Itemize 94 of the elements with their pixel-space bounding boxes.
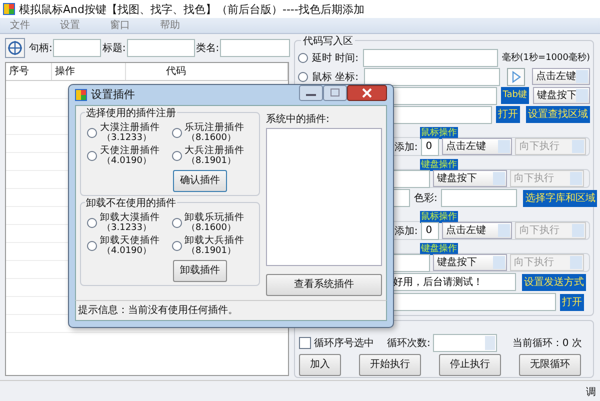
select-area-button[interactable]: 选择字库和区域	[523, 190, 598, 206]
plugin-version: （8.1600）	[186, 132, 237, 142]
group-title: 卸载不在使用的插件	[85, 196, 177, 210]
unit-label: 毫秒(1秒=1000毫秒)	[502, 51, 590, 64]
panel-title: 代码写入区	[301, 34, 355, 48]
dialog-title: 设置插件	[91, 87, 135, 102]
checkbox[interactable]	[299, 337, 311, 349]
radio-button[interactable]	[87, 150, 97, 160]
radio-label: 鼠标 坐标:	[312, 70, 360, 84]
menu-item[interactable]: 设置	[60, 18, 110, 33]
plugin-version: （8.1901）	[186, 156, 237, 166]
plugin-list[interactable]	[266, 128, 382, 266]
radio-label: 延时 时间:	[312, 52, 360, 64]
plugin-name: 卸载大兵插件	[184, 236, 244, 246]
radio-button[interactable]	[87, 218, 97, 228]
text-field[interactable]	[53, 39, 102, 57]
radio-button[interactable]	[87, 240, 97, 250]
field-label: 类名:	[196, 42, 220, 55]
section-label: 鼠标操作	[420, 127, 458, 139]
plugin-name: 天使注册插件	[100, 146, 160, 156]
plugin-name: 大兵注册插件	[184, 146, 244, 156]
minimize-icon[interactable]	[299, 85, 323, 101]
section-label: 键盘操作	[420, 159, 458, 171]
view-plugins-button[interactable]: 查看系统插件	[266, 274, 382, 296]
cursor-icon[interactable]	[507, 68, 525, 86]
plugin-name: 卸载天使插件	[100, 236, 160, 246]
action-dropdown[interactable]: 点击左键	[442, 138, 512, 155]
count-field[interactable]: 0	[420, 138, 439, 156]
loop-counter: 当前循环：0 次	[512, 336, 582, 350]
column-header[interactable]: 序号	[6, 63, 52, 80]
spin-field[interactable]	[433, 334, 498, 352]
plugin-version: （3.1233）	[101, 222, 152, 232]
toolbar-button[interactable]: 设置查找区域	[526, 106, 590, 123]
checkbox-label: 循环序号选中	[314, 336, 374, 350]
menu-item[interactable]: 帮助	[160, 18, 210, 33]
radio-button[interactable]	[87, 128, 97, 138]
crosshair-icon[interactable]	[5, 38, 25, 58]
action-dropdown[interactable]: 键盘按下	[433, 254, 507, 271]
radio-button[interactable]	[298, 52, 308, 62]
maximize-icon[interactable]	[323, 85, 347, 101]
group-title: 选择使用的插件注册	[85, 106, 177, 120]
radio-button[interactable]	[172, 218, 182, 228]
plugin-version: （4.0190）	[101, 156, 152, 166]
section-label: 键盘操作	[420, 243, 458, 255]
window-title: 模拟鼠标And按键【找图、找字、找色】（前后台版）----找色后期添加	[19, 2, 364, 16]
field-label: 循环次数:	[387, 337, 430, 350]
field-label: 添加:	[394, 224, 418, 238]
text-field[interactable]	[220, 39, 290, 57]
plugin-button[interactable]: 确认插件	[173, 170, 227, 192]
action-dropdown[interactable]: 点击左键	[442, 222, 512, 239]
action-button[interactable]: 无限循环	[519, 354, 581, 376]
key-dropdown[interactable]: 键盘按下	[532, 87, 590, 104]
color-field[interactable]	[441, 189, 518, 207]
plugin-name: 大漠注册插件	[100, 122, 160, 132]
plugin-name: 卸载大漠插件	[100, 212, 160, 222]
column-header[interactable]: 操作	[52, 63, 126, 80]
count-field[interactable]: 0	[420, 222, 439, 240]
toolbar-button[interactable]: 打开	[496, 106, 520, 123]
plugin-name: 乐玩注册插件	[184, 122, 244, 132]
plugin-version: （3.1233）	[101, 132, 152, 142]
radio-button[interactable]	[172, 240, 182, 250]
time-field[interactable]	[363, 48, 498, 66]
app-icon	[75, 88, 87, 101]
tab-key-button[interactable]: Tab键	[500, 87, 529, 104]
plugin-version: （8.1600）	[186, 222, 237, 232]
field-label: 色彩:	[414, 192, 438, 205]
radio-button[interactable]	[172, 150, 182, 160]
menu-item[interactable]: 窗口	[110, 18, 160, 33]
menu-item[interactable]: 文件	[10, 18, 60, 33]
app-icon	[3, 3, 15, 15]
action-button[interactable]: 开始执行	[359, 354, 421, 376]
field-label: 句柄:	[29, 42, 52, 55]
plugin-version: （4.0190）	[101, 246, 152, 256]
column-header[interactable]: 代码	[126, 63, 288, 80]
field-label: 添加:	[394, 140, 418, 154]
close-icon[interactable]	[347, 85, 387, 101]
plugin-button[interactable]: 卸载插件	[173, 260, 227, 282]
send-mode-button[interactable]: 设置发送方式	[522, 274, 586, 290]
action-dropdown[interactable]: 点击左键	[532, 68, 590, 85]
radio-button[interactable]	[172, 128, 182, 138]
field-label: 标题:	[102, 42, 126, 55]
coordinate-field[interactable]	[364, 68, 500, 86]
radio-button[interactable]	[298, 72, 308, 82]
list-label: 系统中的插件:	[266, 112, 330, 126]
open-button[interactable]: 打开	[560, 294, 584, 310]
action-button[interactable]: 加入	[299, 354, 341, 376]
plugin-name: 卸载乐玩插件	[184, 212, 244, 222]
section-label: 鼠标操作	[420, 211, 458, 223]
action-button[interactable]: 停止执行	[439, 354, 501, 376]
hint-text: 提示信息：当前没有使用任何插件。	[78, 304, 238, 318]
plugin-version: （8.1901）	[186, 246, 237, 256]
text-field[interactable]	[126, 39, 195, 57]
status-text: 调	[586, 386, 596, 398]
action-dropdown[interactable]: 键盘按下	[433, 170, 507, 187]
